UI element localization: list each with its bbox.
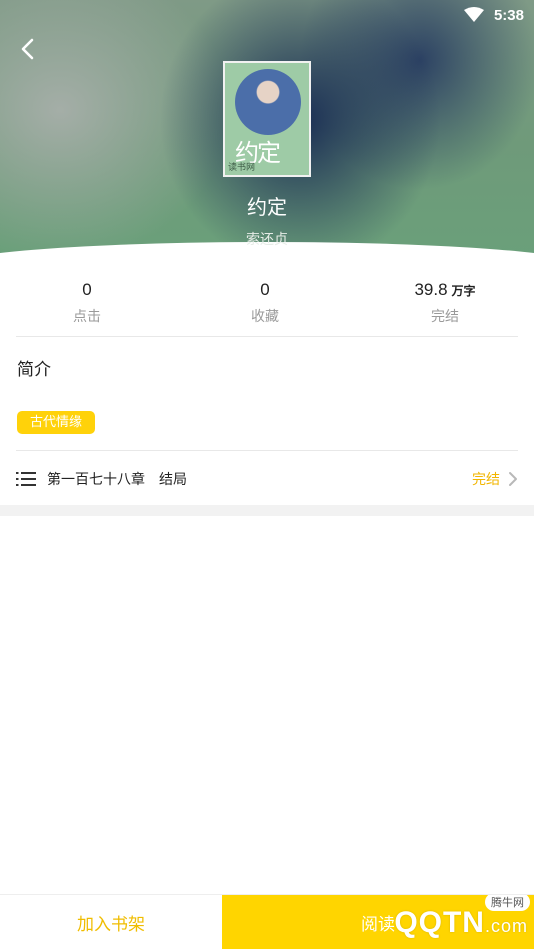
list-icon [16, 471, 36, 486]
divider [16, 450, 518, 451]
chevron-right-icon [509, 471, 517, 486]
genre-tag[interactable]: 古代情缘 [17, 411, 96, 434]
section-separator [0, 505, 534, 516]
watermark-badge: 腾牛网 [485, 895, 530, 911]
bottom-action-bar: 加入书架 阅读 QQTN.com 腾牛网 [0, 894, 534, 949]
divider [16, 336, 518, 337]
stat-favorites-value: 0 [260, 280, 270, 299]
wifi-icon [463, 7, 484, 22]
status-time: 5:38 [493, 6, 524, 24]
stat-clicks-value: 0 [82, 280, 92, 299]
book-stats: 0 点击 0 收藏 39.8 万字 完结 [0, 280, 534, 330]
intro-title: 简介 [17, 360, 51, 380]
stat-clicks-label: 点击 [73, 309, 101, 325]
stat-clicks: 0 点击 [17, 280, 157, 326]
book-title: 约定 [247, 195, 287, 219]
latest-chapter-name: 第一百七十八章 结局 [47, 471, 187, 488]
status-bar: 5:38 [463, 0, 534, 30]
stat-wordcount-value: 39.8 万字 [414, 280, 476, 299]
stat-favorites: 0 收藏 [195, 280, 335, 326]
read-button-label: 阅读 [361, 914, 395, 935]
stat-favorites-label: 收藏 [251, 309, 279, 325]
watermark-text: QQTN.com [394, 906, 528, 939]
book-author: 索还贞 [246, 232, 288, 248]
cover-portrait [235, 69, 301, 135]
back-button[interactable] [10, 32, 44, 66]
back-arrow-icon [21, 38, 34, 60]
stat-wordcount-label: 完结 [431, 309, 459, 325]
stat-wordcount-unit: 万字 [451, 284, 476, 298]
completion-status: 完结 [472, 471, 500, 488]
add-to-shelf-button[interactable]: 加入书架 [0, 895, 222, 949]
book-cover: 约定 读书网 [223, 61, 311, 177]
latest-chapter-row[interactable]: 第一百七十八章 结局 完结 [0, 456, 534, 501]
read-button[interactable]: 阅读 QQTN.com 腾牛网 [222, 895, 534, 949]
cover-publisher: 读书网 [228, 163, 256, 173]
stat-wordcount: 39.8 万字 完结 [375, 280, 515, 326]
